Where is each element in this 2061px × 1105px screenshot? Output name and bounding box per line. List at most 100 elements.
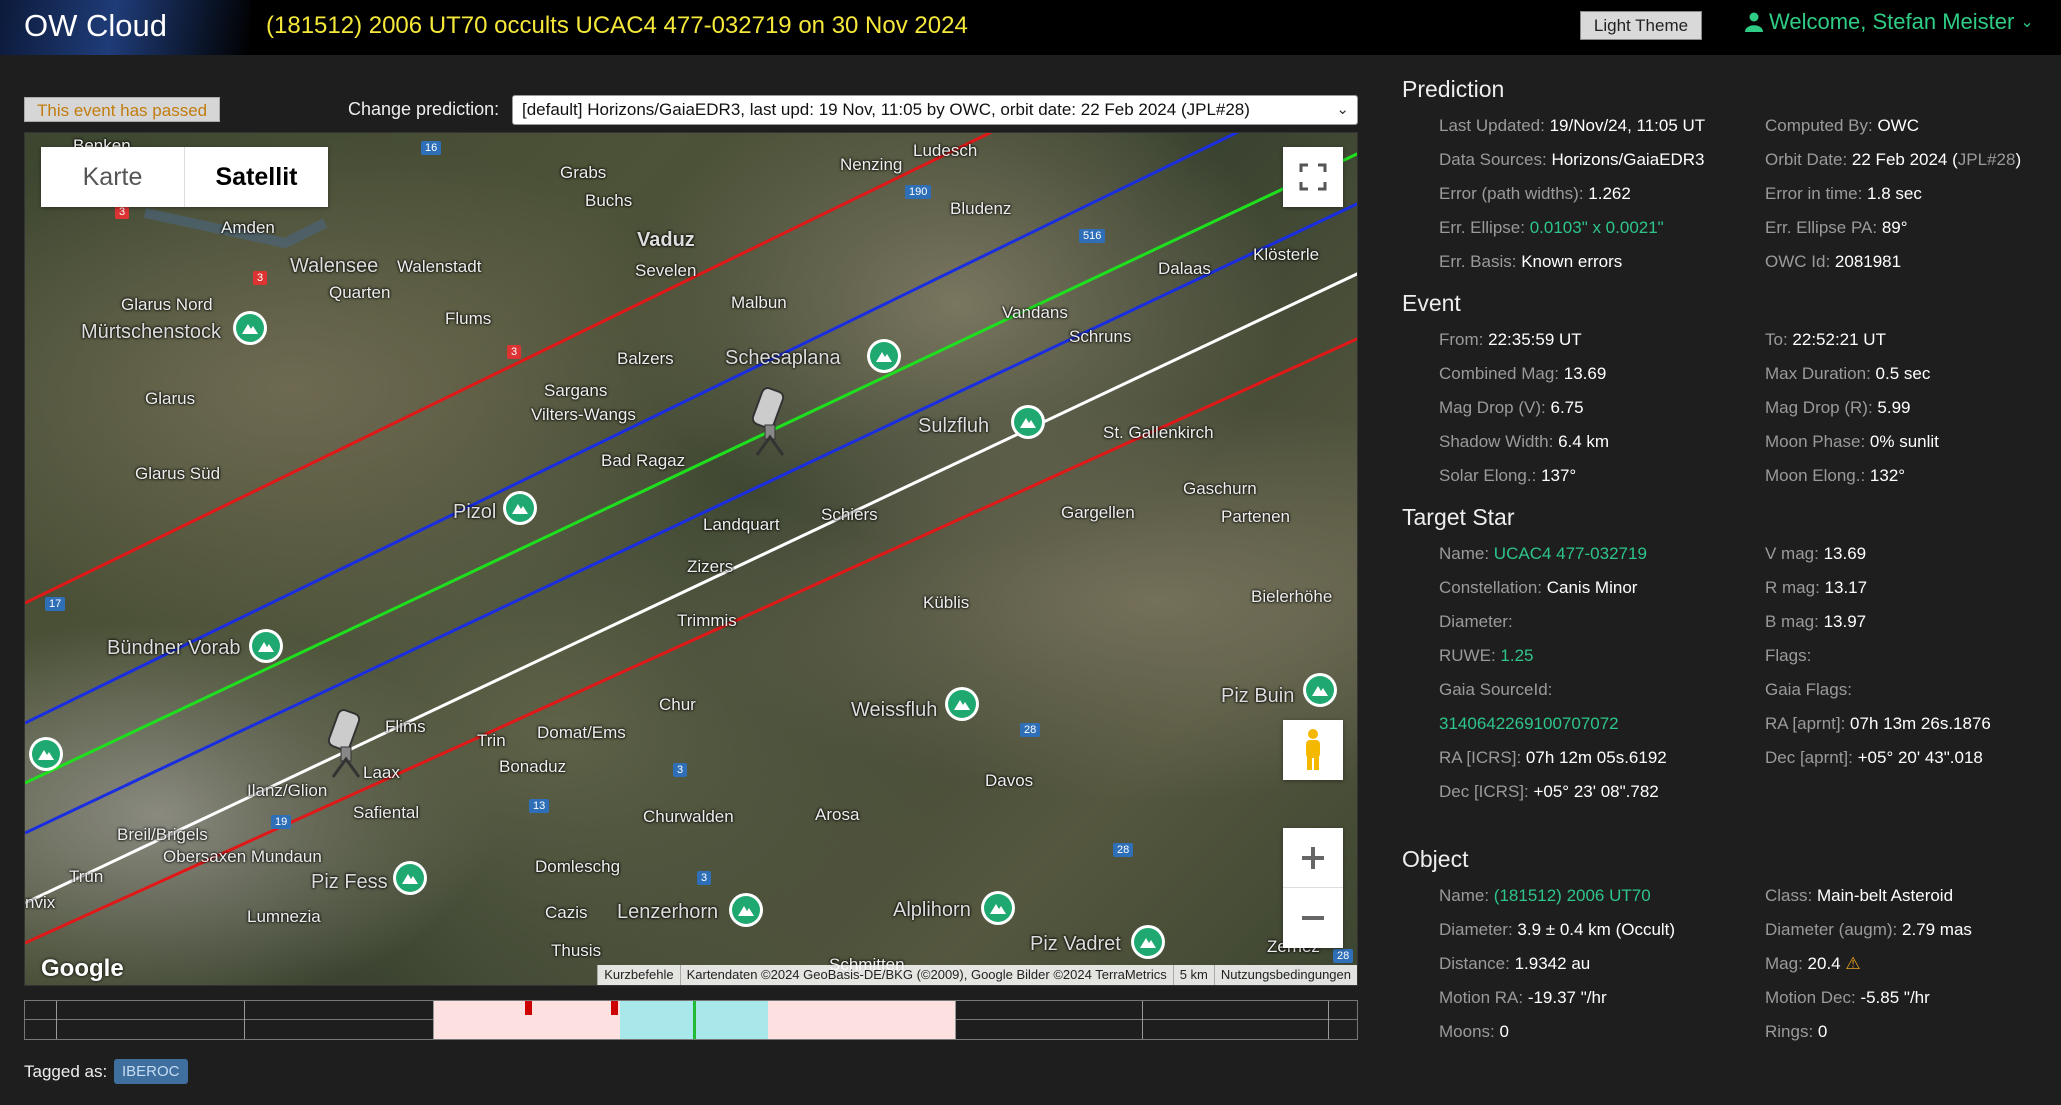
- map-place-label: Davos: [985, 771, 1034, 790]
- warning-icon[interactable]: ⚠: [1845, 954, 1860, 973]
- timeline-observer-marker[interactable]: [611, 1001, 618, 1015]
- err-ellipse-link[interactable]: 0.0103" x 0.0021": [1530, 218, 1664, 237]
- map-place-label: Landquart: [703, 515, 780, 534]
- map-place-label: Obersaxen Mundaun: [163, 847, 322, 866]
- gaia-source-link[interactable]: 3140642269100707072: [1439, 714, 1619, 733]
- telescope-observer-icon[interactable]: [747, 385, 795, 457]
- timeline-observer-marker[interactable]: [525, 1001, 532, 1015]
- welcome-text: Welcome, Stefan Meister: [1769, 9, 2015, 34]
- terms-link[interactable]: Nutzungsbedingungen: [1213, 965, 1357, 985]
- mountain-marker-icon[interactable]: [867, 339, 901, 373]
- map-place-label: Lumnezia: [247, 907, 321, 926]
- map-place-label: Walensee: [290, 255, 379, 277]
- ruwe-link[interactable]: 1.25: [1500, 646, 1533, 665]
- detail-row: Error (path widths): 1.262: [1439, 184, 1631, 203]
- mountain-marker-icon[interactable]: [729, 893, 763, 927]
- mountain-marker-icon[interactable]: [393, 861, 427, 895]
- map-place-label: Amden: [221, 218, 275, 237]
- detail-row: Moon Elong.: 132°: [1765, 466, 1906, 485]
- map-place-label: Safiental: [353, 803, 420, 822]
- road-shield: 17: [45, 597, 66, 611]
- map-place-label: Grabs: [560, 163, 607, 182]
- detail-row: Name: (181512) 2006 UT70: [1439, 886, 1651, 905]
- app-logo[interactable]: OW Cloud: [24, 8, 167, 44]
- star-name-link[interactable]: UCAC4 477-032719: [1494, 544, 1647, 563]
- asteroid-name-link[interactable]: (181512) 2006 UT70: [1494, 886, 1651, 905]
- map-type-karte-button[interactable]: Karte: [41, 147, 184, 207]
- detail-row: From: 22:35:59 UT: [1439, 330, 1582, 349]
- map-place-label: Glarus Süd: [135, 464, 221, 483]
- map-place-label: nvix: [25, 893, 56, 912]
- map-place-label: Sevelen: [635, 261, 697, 280]
- map-place-label: Pizol: [453, 501, 497, 523]
- detail-row: Combined Mag: 13.69: [1439, 364, 1607, 383]
- detail-row: Name: UCAC4 477-032719: [1439, 544, 1647, 563]
- detail-row: Orbit Date: 22 Feb 2024 (JPL#28): [1765, 150, 2022, 169]
- map-place-label: Domat/Ems: [537, 723, 626, 742]
- detail-row: Flags:: [1765, 646, 1812, 665]
- map-place-label: Arosa: [815, 805, 860, 824]
- map-scale[interactable]: 5 km: [1172, 965, 1214, 985]
- map-place-label: Quarten: [329, 283, 391, 302]
- detail-row: Diameter:: [1439, 612, 1513, 631]
- mountain-marker-icon[interactable]: [503, 491, 537, 525]
- map-place-label: Glarus Nord: [121, 295, 213, 314]
- user-menu[interactable]: Welcome, Stefan Meister ⌄: [1745, 9, 2034, 35]
- theme-toggle-button[interactable]: Light Theme: [1580, 11, 1702, 40]
- object-heading: Object: [1402, 846, 1469, 872]
- detail-row: Err. Ellipse: 0.0103" x 0.0021": [1439, 218, 1664, 237]
- jpl-link[interactable]: JPL#28: [1958, 150, 2016, 169]
- map-place-label: Balzers: [617, 349, 674, 368]
- fullscreen-button[interactable]: [1283, 147, 1343, 207]
- detail-row: Mag: 20.4 ⚠: [1765, 954, 1861, 973]
- map-place-label: Vilters-Wangs: [531, 405, 636, 424]
- mountain-marker-icon[interactable]: [945, 687, 979, 721]
- mountain-marker-icon[interactable]: [1303, 673, 1337, 707]
- road-shield: 28: [1020, 723, 1041, 737]
- event-heading: Event: [1402, 290, 1461, 316]
- mountain-marker-icon[interactable]: [249, 629, 283, 663]
- mountain-marker-icon[interactable]: [29, 737, 63, 771]
- event-passed-badge: This event has passed: [24, 97, 221, 122]
- detail-row: Last Updated: 19/Nov/24, 11:05 UT: [1439, 116, 1706, 135]
- map-place-label: Bielerhöhe: [1251, 587, 1333, 606]
- map-place-label: Vandans: [1002, 303, 1068, 322]
- detail-row: Solar Elong.: 137°: [1439, 466, 1577, 485]
- change-prediction-label: Change prediction:: [348, 99, 500, 119]
- plus-icon: [1302, 846, 1324, 869]
- map-place-label: Bad Ragaz: [601, 451, 686, 470]
- map-place-label: Nenzing: [840, 155, 903, 174]
- detail-row: Moons: 0: [1439, 1022, 1509, 1041]
- road-shield: 516: [1079, 229, 1106, 243]
- mountain-marker-icon[interactable]: [1011, 405, 1045, 439]
- occultation-map[interactable]: Benken Grabs Nenzing Ludesch Buchs Blude…: [24, 132, 1358, 986]
- timeline-tick: [955, 1001, 956, 1039]
- map-type-satellit-button[interactable]: Satellit: [184, 147, 328, 207]
- street-view-button[interactable]: [1283, 720, 1343, 780]
- event-title: (181512) 2006 UT70 occults UCAC4 477-032…: [266, 12, 968, 39]
- detail-row: Mag Drop (V): 6.75: [1439, 398, 1584, 417]
- detail-row: R mag: 13.17: [1765, 578, 1868, 597]
- detail-row: 3140642269100707072: [1439, 714, 1619, 734]
- map-place-label: Klösterle: [1253, 245, 1320, 264]
- mountain-marker-icon[interactable]: [233, 311, 267, 345]
- brand-area[interactable]: OW Cloud: [0, 0, 250, 55]
- map-type-toggle: Karte Satellit: [41, 147, 328, 207]
- map-place-label: Bonaduz: [499, 757, 567, 776]
- mountain-marker-icon[interactable]: [1131, 925, 1165, 959]
- prediction-select[interactable]: [default] Horizons/GaiaEDR3, last upd: 1…: [512, 95, 1358, 125]
- mountain-marker-icon[interactable]: [981, 891, 1015, 925]
- telescope-observer-icon[interactable]: [323, 707, 371, 779]
- map-place-label: Breil/Brigels: [117, 825, 208, 844]
- keyboard-shortcuts-link[interactable]: Kurzbefehle: [597, 965, 680, 985]
- detail-row: Moon Phase: 0% sunlit: [1765, 432, 1939, 451]
- event-timeline[interactable]: [24, 1000, 1358, 1040]
- prediction-heading: Prediction: [1402, 76, 1505, 102]
- detail-row: Computed By: OWC: [1765, 116, 1919, 135]
- zoom-out-button[interactable]: [1283, 888, 1343, 948]
- timeline-tick: [1328, 1001, 1329, 1039]
- map-place-label: Malbun: [731, 293, 787, 312]
- tag-chip[interactable]: IBEROC: [114, 1059, 188, 1084]
- map-place-label: Schesaplana: [725, 347, 841, 369]
- zoom-in-button[interactable]: [1283, 828, 1343, 888]
